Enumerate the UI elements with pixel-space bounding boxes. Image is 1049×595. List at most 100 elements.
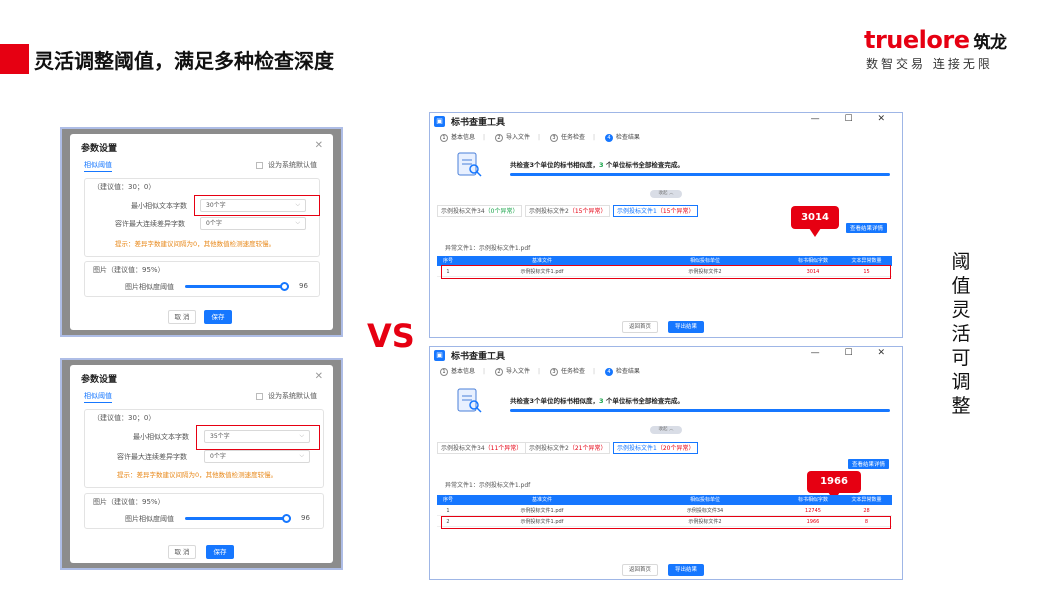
window-title: 标书查重工具 (451, 352, 506, 362)
save-button[interactable]: 保存 (204, 310, 232, 324)
file-tab[interactable]: 示例投标文件34（11个异常） (437, 442, 527, 454)
col-header: 序号 (442, 497, 453, 503)
save-button[interactable]: 保存 (206, 545, 234, 559)
step-number: 4 (604, 368, 613, 376)
param-dialog-top: 参数设置 ✕ 相似阈值 设为系统默认值 （建议值：30；0） 最小相似文本字数 … (60, 127, 343, 337)
slide-title: 灵活调整阈值，满足多种检查深度 (34, 49, 334, 73)
back-home-button[interactable]: 返回首页 (622, 321, 658, 333)
document-search-icon (457, 152, 482, 177)
text-section-label: （建议值：30；0） (93, 414, 156, 422)
step-basic-info[interactable]: 1 基本信息 (440, 132, 475, 142)
banner-count: 3 (599, 397, 604, 405)
file-tab[interactable]: 示例投标文件2（15个异常） (525, 205, 611, 217)
checkbox-icon[interactable] (256, 392, 263, 400)
tolerance-select[interactable]: 0个字 ⌵ (200, 217, 306, 230)
collapse-toggle[interactable]: 收起 ︿ (650, 190, 682, 198)
step-label: 检查结果 (615, 134, 640, 141)
tool-window-bottom: ▣ 标书查重工具 — ☐ ✕ 1 基本信息 | 2 导入文件 | 3 任务检查 | 4 检查结… (429, 346, 903, 580)
step-import[interactable]: 2 导入文件 (494, 366, 530, 376)
export-result-button[interactable]: 导出结果 (668, 564, 704, 576)
view-detail-button[interactable]: 查看结果详情 (846, 223, 888, 233)
image-threshold-slider[interactable] (185, 285, 289, 288)
close-icon[interactable]: ✕ (315, 140, 323, 151)
checkbox-icon[interactable] (256, 161, 263, 169)
file-tab-count: （20个异常） (656, 445, 695, 452)
step-label: 导入文件 (505, 134, 530, 141)
file-tab[interactable]: 示例投标文件34（0个异常） (437, 205, 523, 217)
collapse-toggle[interactable]: 收起 ︿ (650, 426, 682, 434)
step-number: 1 (440, 368, 448, 376)
min-chars-label: 最小相似文本字数 (131, 202, 187, 210)
cancel-button[interactable]: 取 消 (168, 310, 196, 324)
file-tab-count: （0个异常） (484, 208, 519, 215)
close-icon[interactable]: ✕ (315, 371, 323, 382)
step-number: 3 (549, 368, 558, 376)
vs-label: VS (367, 317, 415, 355)
file-tab-count: （15个异常） (568, 208, 607, 215)
back-home-button[interactable]: 返回首页 (622, 564, 658, 576)
hint-text: 提示：差异字数建议间隔为0，其他数值检测速度较慢。 (115, 240, 276, 248)
step-bar: 1 基本信息 | 2 导入文件 | 3 任务检查 | 4 检查结果 (440, 366, 648, 376)
default-checkbox[interactable]: 设为系统默认值 (256, 391, 317, 401)
tab-similarity-threshold[interactable]: 相似阈值 (84, 391, 112, 403)
callout-badge: 3014 (791, 206, 839, 237)
file-tab-name: 示例投标文件34 (441, 208, 485, 215)
step-label: 基本信息 (451, 134, 476, 141)
banner-text: 个单位标书全部检查完成。 (605, 161, 684, 169)
table-row[interactable]: 1 示例投标文件1.pdf 示例投标文件34 12745 28 (437, 506, 892, 516)
file-tab-active[interactable]: 示例投标文件1（15个异常） (613, 205, 699, 217)
step-number: 3 (549, 134, 558, 142)
tab-similarity-threshold[interactable]: 相似阈值 (84, 160, 112, 172)
tolerance-select[interactable]: 0个字 ⌵ (204, 450, 310, 463)
image-threshold-label: 图片相似度阈值 (125, 515, 174, 523)
slider-handle[interactable] (282, 514, 291, 523)
table-header: 序号 基准文件 相似投标单位 标书相似字数 文本异常数量 (437, 495, 892, 505)
file-tab-name: 示例投标文件1 (617, 445, 657, 452)
vertical-caption: 阈值灵活可调整 (951, 251, 971, 417)
cell-no: 1 (446, 508, 450, 514)
window-controls[interactable]: — ☐ ✕ (811, 348, 896, 358)
step-label: 检查结果 (615, 368, 640, 375)
highlight-box (441, 265, 891, 279)
brand-logo: truelore 筑龙 (864, 26, 1007, 54)
step-label: 基本信息 (451, 368, 476, 375)
file-tab-count: （21个异常） (568, 445, 607, 452)
col-header: 文本异常数量 (851, 497, 882, 503)
progress-bar (510, 409, 890, 412)
image-threshold-section: 图片（建议值：95%） 图片相似度阈值 96 (84, 493, 324, 529)
param-dialog-panel: 参数设置 ✕ 相似阈值 设为系统默认值 （建议值：30；0） 最小相似文本字数 … (70, 365, 333, 563)
file-tab-name: 示例投标文件1 (617, 208, 657, 215)
cancel-button[interactable]: 取 消 (168, 545, 196, 559)
text-section-label: （建议值：30；0） (93, 183, 156, 191)
highlight-box (441, 516, 891, 529)
cell-similar-chars: 12745 (805, 508, 821, 514)
brand-name-cn: 筑龙 (973, 33, 1008, 53)
callout-badge: 1966 (807, 471, 861, 501)
step-result[interactable]: 4 检查结果 (604, 366, 640, 376)
step-result[interactable]: 4 检查结果 (604, 132, 640, 142)
progress-bar (510, 173, 890, 176)
step-task-check[interactable]: 3 任务检查 (549, 132, 585, 142)
image-threshold-label: 图片相似度阈值 (125, 283, 174, 291)
banner-text: 共检查3个单位的标书相似度， (510, 397, 600, 405)
window-controls[interactable]: — ☐ ✕ (811, 114, 896, 124)
step-basic-info[interactable]: 1 基本信息 (440, 366, 475, 376)
app-icon: ▣ (434, 116, 445, 127)
step-label: 任务检查 (560, 368, 585, 375)
file-tab[interactable]: 示例投标文件2（21个异常） (525, 442, 611, 454)
file-tab-active[interactable]: 示例投标文件1（20个异常） (613, 442, 699, 454)
view-detail-button[interactable]: 查看结果详情 (848, 459, 890, 469)
param-dialog-bottom: 参数设置 ✕ 相似阈值 设为系统默认值 （建议值：30；0） 最小相似文本字数 … (60, 358, 343, 570)
text-threshold-section: （建议值：30；0） 最小相似文本字数 35个字 ⌵ 容许最大连续差异字数 0个字… (84, 409, 324, 488)
export-result-button[interactable]: 导出结果 (668, 321, 704, 333)
dialog-title: 参数设置 (81, 144, 118, 154)
default-checkbox[interactable]: 设为系统默认值 (256, 160, 317, 170)
default-checkbox-label: 设为系统默认值 (268, 161, 317, 169)
slider-handle[interactable] (280, 282, 289, 291)
step-task-check[interactable]: 3 任务检查 (549, 366, 585, 376)
text-threshold-section: （建议值：30；0） 最小相似文本字数 30个字 ⌵ 容许最大连续差异字数 0个字… (84, 178, 320, 257)
cell-base-file: 示例投标文件1.pdf (520, 508, 564, 514)
file-tab-count: （15个异常） (656, 208, 695, 215)
image-threshold-slider[interactable] (185, 517, 291, 520)
step-import[interactable]: 2 导入文件 (494, 132, 530, 142)
